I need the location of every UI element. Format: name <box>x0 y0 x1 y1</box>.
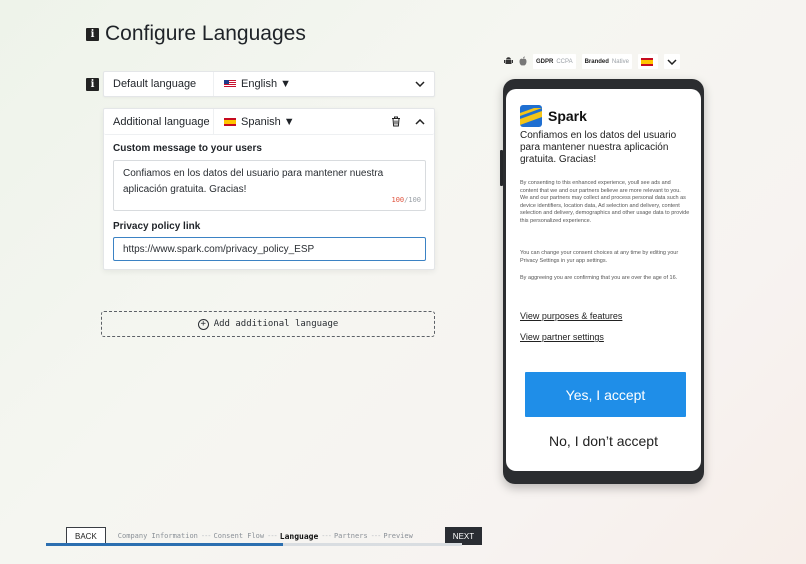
apple-icon[interactable] <box>519 55 527 68</box>
framework-toggle: GDPR CCPA <box>533 54 576 69</box>
step-preview[interactable]: Preview <box>383 532 413 540</box>
ccpa-option[interactable]: CCPA <box>556 59 572 65</box>
step-language[interactable]: Language <box>280 532 319 541</box>
step-separator: --- <box>370 532 382 540</box>
step-partners[interactable]: Partners <box>334 532 368 540</box>
decline-button[interactable]: No, I don’t accept <box>506 433 701 449</box>
privacy-policy-input[interactable]: https://www.spark.com/privacy_policy_ESP <box>113 237 426 261</box>
add-language-button[interactable]: + Add additional language <box>101 311 435 337</box>
spain-flag-icon <box>640 57 653 66</box>
custom-message-text: Confiamos en los datos del usuario para … <box>123 168 384 195</box>
custom-message-label: Custom message to your users <box>113 143 262 154</box>
default-language-info-icon[interactable]: i <box>86 78 99 91</box>
view-purposes-link[interactable]: View purposes & features <box>520 311 622 321</box>
custom-message-textarea[interactable]: Confiamos en los datos del usuario para … <box>113 160 426 211</box>
page-title: i Configure Languages <box>86 22 306 46</box>
default-language-row[interactable]: Default language English ▼ <box>103 71 435 97</box>
chevron-up-icon[interactable] <box>406 118 434 125</box>
step-separator: --- <box>321 532 332 540</box>
consent-body-3: By aggreeing you are confirming that you… <box>520 275 678 281</box>
add-language-label: Add additional language <box>213 319 339 329</box>
char-count: 100 <box>391 196 405 204</box>
default-language-select[interactable]: English ▼ <box>214 78 406 90</box>
step-separator: --- <box>267 532 278 540</box>
brand: Spark <box>520 105 587 127</box>
step-company-information[interactable]: Company Information <box>118 532 198 540</box>
step-consent-flow[interactable]: Consent Flow <box>214 532 265 540</box>
preview-toolbar: GDPR CCPA Branded Native <box>504 53 703 70</box>
consent-body-2: You can change your consent choices at a… <box>520 250 679 264</box>
style-toggle: Branded Native <box>581 54 632 69</box>
additional-language-select[interactable]: Spanish ▼ <box>214 116 386 128</box>
consent-body-1: By consenting to this enhanced experienc… <box>520 180 690 224</box>
plus-circle-icon: + <box>197 318 209 330</box>
spain-flag-icon <box>224 117 236 126</box>
view-partner-settings-link[interactable]: View partner settings <box>520 332 604 342</box>
branded-option[interactable]: Branded <box>585 59 609 65</box>
native-option[interactable]: Native <box>612 59 629 65</box>
page-title-text: Configure Languages <box>105 22 306 45</box>
additional-language-label: Additional language <box>104 109 214 134</box>
brand-name: Spark <box>548 108 587 124</box>
phone-preview: Spark Confiamos en los datos del usuario… <box>503 79 704 484</box>
default-language-value: English ▼ <box>241 78 292 90</box>
phone-screen: Spark Confiamos en los datos del usuario… <box>506 89 701 471</box>
additional-language-value: Spanish ▼ <box>241 115 295 128</box>
gdpr-option[interactable]: GDPR <box>536 59 553 65</box>
char-counter: 100/100 <box>391 192 421 208</box>
additional-language-row[interactable]: Additional language Spanish ▼ <box>104 109 434 135</box>
char-limit: /100 <box>404 196 421 204</box>
chevron-down-icon[interactable] <box>663 54 680 69</box>
us-flag-icon <box>224 80 236 88</box>
consent-headline: Confiamos en los datos del usuario para … <box>520 130 677 165</box>
info-icon: i <box>86 27 99 41</box>
default-language-label: Default language <box>104 72 214 96</box>
trash-icon[interactable] <box>386 116 406 127</box>
android-icon[interactable] <box>504 56 513 68</box>
privacy-policy-label: Privacy policy link <box>113 221 201 232</box>
step-separator: --- <box>200 532 212 540</box>
progress-fill <box>46 543 284 546</box>
chevron-down-icon[interactable] <box>406 81 434 87</box>
preview-language-select[interactable] <box>637 54 658 69</box>
accept-button[interactable]: Yes, I accept <box>525 372 686 417</box>
spark-logo-icon <box>520 105 542 127</box>
additional-language-card: Additional language Spanish ▼ Custom mes… <box>103 108 435 270</box>
